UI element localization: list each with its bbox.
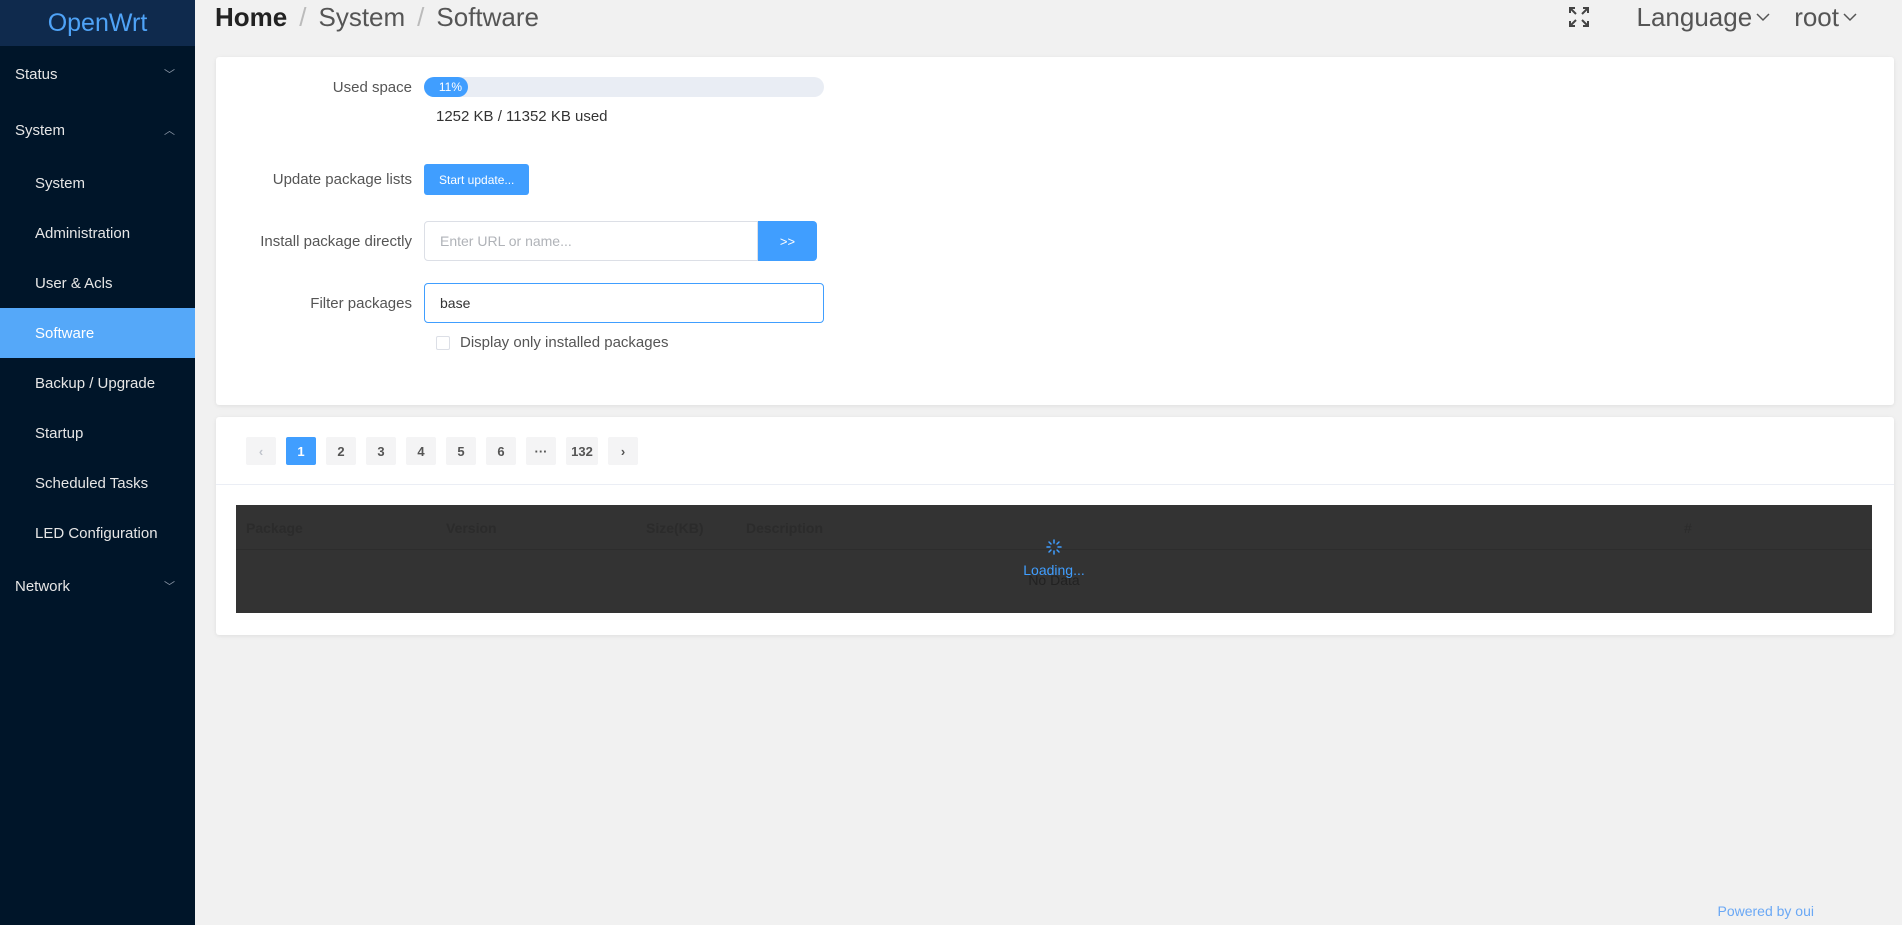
sidebar-item-startup[interactable]: Startup — [0, 408, 195, 458]
chevron-down-icon — [1843, 13, 1857, 22]
sidebar-group-network[interactable]: Network ﹀ — [0, 558, 195, 614]
installed-only-toggle[interactable]: Display only installed packages — [436, 334, 668, 351]
chevron-down-icon — [1756, 13, 1770, 22]
breadcrumb-separator: / — [299, 1, 307, 32]
filter-row: Filter packages — [216, 283, 824, 323]
install-package-button[interactable]: >> — [758, 221, 817, 261]
user-dropdown[interactable]: root — [1794, 2, 1857, 33]
column-header-version[interactable]: Version — [446, 520, 497, 536]
sidebar-item-administration[interactable]: Administration — [0, 208, 195, 258]
start-update-button[interactable]: Start update... — [424, 164, 530, 195]
pagination-page[interactable]: 3 — [366, 437, 396, 465]
loading-spinner-icon — [1046, 539, 1062, 555]
update-label: Update package lists — [272, 171, 412, 188]
column-header-package[interactable]: Package — [246, 520, 303, 536]
pagination-next[interactable]: › — [608, 437, 638, 465]
sidebar: OpenWrt Status ﹀ System ︿ System Adminis… — [0, 0, 195, 925]
install-label: Install package directly — [260, 232, 412, 250]
logo[interactable]: OpenWrt — [0, 0, 195, 46]
column-header-description[interactable]: Description — [746, 520, 823, 536]
sidebar-group-label: Network — [15, 577, 71, 595]
used-space-text: 1252 KB / 11352 KB used — [436, 108, 608, 125]
chevron-down-icon: ﹀ — [164, 581, 175, 593]
installed-only-checkbox[interactable] — [436, 335, 450, 350]
pagination-page[interactable]: 5 — [446, 437, 476, 465]
filter-packages-input[interactable] — [424, 283, 824, 323]
installed-only-label: Display only installed packages — [460, 334, 669, 351]
used-space-progress-fill: 11% — [424, 77, 468, 97]
sidebar-item-scheduled-tasks[interactable]: Scheduled Tasks — [0, 458, 195, 508]
sidebar-group-label: System — [15, 121, 66, 139]
sidebar-group-system[interactable]: System ︿ — [0, 102, 195, 158]
software-form-card: Used space 11% 1252 KB / 11352 KB used U… — [216, 57, 1894, 405]
column-header-actions: # — [1684, 520, 1692, 536]
sidebar-group-status[interactable]: Status ﹀ — [0, 46, 195, 102]
sidebar-menu: Status ﹀ System ︿ System Administration … — [0, 46, 195, 614]
pagination-page[interactable]: 1 — [286, 437, 316, 465]
user-label: root — [1794, 1, 1839, 32]
pagination-page[interactable]: 4 — [406, 437, 436, 465]
breadcrumb-software: Software — [436, 1, 540, 32]
pagination: ‹ 1 2 3 4 5 6 ··· 132 › — [246, 437, 648, 465]
footer-powered-by[interactable]: Powered by oui — [1717, 903, 1814, 919]
used-space-row: Used space 11% — [216, 77, 824, 97]
header-actions: Language root — [1567, 0, 1858, 34]
pagination-page[interactable]: 2 — [326, 437, 356, 465]
language-label: Language — [1636, 1, 1753, 32]
pagination-page[interactable]: 6 — [486, 437, 516, 465]
chevron-down-icon: ﹀ — [164, 69, 175, 81]
sidebar-item-software[interactable]: Software — [0, 308, 195, 358]
breadcrumb-home[interactable]: Home — [215, 2, 287, 33]
pagination-prev[interactable]: ‹ — [246, 437, 276, 465]
language-dropdown[interactable]: Language — [1637, 2, 1771, 33]
used-space-label: Used space — [332, 78, 412, 96]
used-space-percent: 11% — [438, 80, 462, 94]
install-package-input[interactable] — [424, 221, 758, 261]
loading-overlay: Loading... — [236, 539, 1872, 578]
package-list-card: ‹ 1 2 3 4 5 6 ··· 132 › Package Version … — [216, 417, 1894, 635]
package-table: Package Version Size(KB) Description # N… — [236, 505, 1872, 613]
loading-text: Loading... — [1023, 562, 1085, 578]
filter-label: Filter packages — [310, 294, 412, 312]
column-header-size[interactable]: Size(KB) — [646, 520, 704, 536]
divider — [216, 484, 1894, 485]
pagination-page[interactable]: 132 — [566, 437, 598, 465]
breadcrumb-separator: / — [417, 1, 425, 32]
sidebar-item-user-acls[interactable]: User & Acls — [0, 258, 195, 308]
install-row: Install package directly >> — [216, 221, 817, 261]
pagination-more[interactable]: ··· — [526, 437, 556, 465]
sidebar-group-label: Status — [15, 65, 58, 83]
update-row: Update package lists Start update... — [216, 164, 530, 195]
sidebar-item-led-configuration[interactable]: LED Configuration — [0, 508, 195, 558]
fullscreen-icon[interactable] — [1567, 5, 1591, 29]
breadcrumb: Home / System / Software — [215, 0, 539, 34]
sidebar-item-system[interactable]: System — [0, 158, 195, 208]
sidebar-item-backup-upgrade[interactable]: Backup / Upgrade — [0, 358, 195, 408]
breadcrumb-system: System — [318, 1, 406, 32]
used-space-progress: 11% — [424, 77, 824, 97]
chevron-up-icon: ︿ — [164, 125, 175, 137]
